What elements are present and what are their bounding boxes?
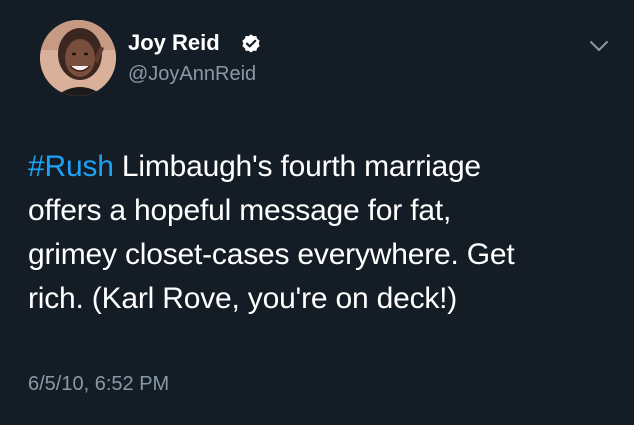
display-name[interactable]: Joy Reid xyxy=(128,30,220,56)
tweet-text-line-4: rich. (Karl Rove, you're on deck!) xyxy=(28,282,458,315)
tweet-text-line-1: Limbaugh's fourth marriage xyxy=(113,150,481,183)
username[interactable]: @JoyAnnReid xyxy=(128,62,256,86)
tweet-timestamp[interactable]: 6/5/10, 6:52 PM xyxy=(28,372,169,396)
tweet-card: Joy Reid @JoyAnnReid #Rush Limbaugh's fo… xyxy=(0,0,634,425)
avatar[interactable] xyxy=(40,20,116,96)
avatar-image xyxy=(40,20,116,96)
tweet-text-line-2: offers a hopeful message for fat, xyxy=(28,194,452,227)
tweet-text: #Rush Limbaugh's fourth marriage offers a… xyxy=(28,145,608,321)
verified-badge-icon xyxy=(242,34,260,53)
tweet-text-line-3: grimey closet-cases everywhere. Get xyxy=(28,238,515,271)
chevron-down-icon[interactable] xyxy=(588,38,610,54)
hashtag-link[interactable]: #Rush xyxy=(28,150,114,183)
